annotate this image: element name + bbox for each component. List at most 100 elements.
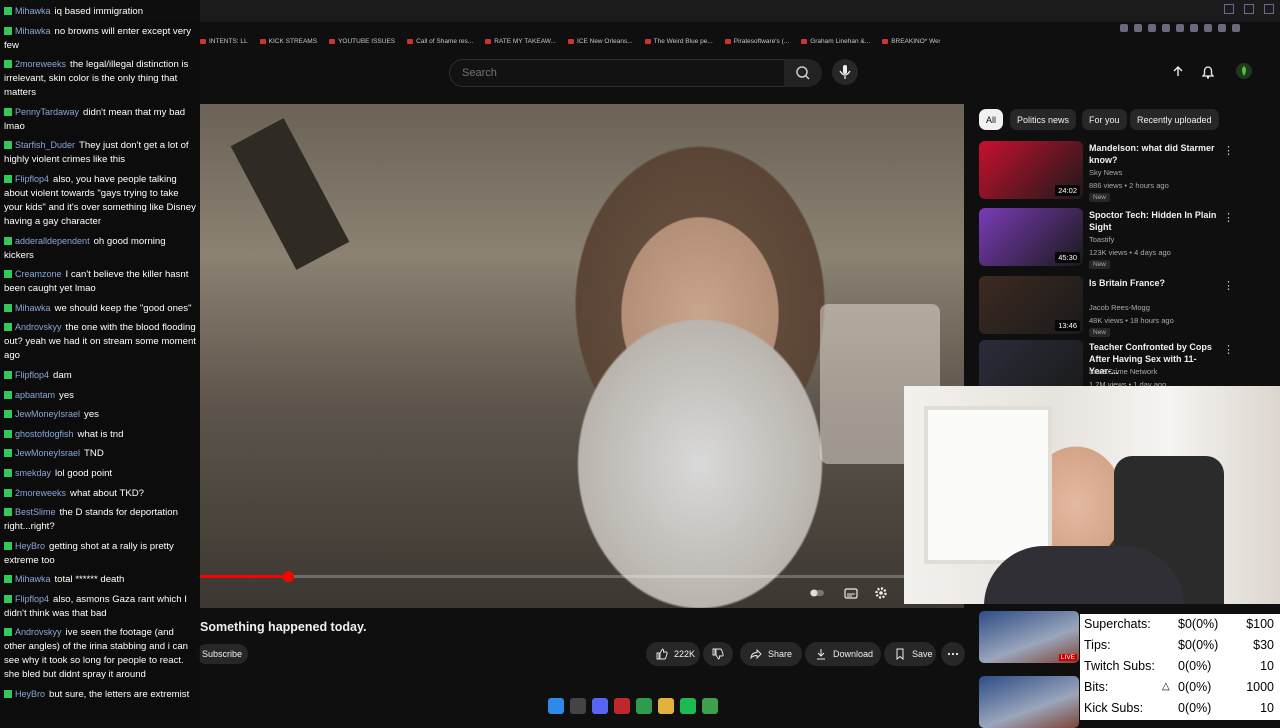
video-scrubber-handle[interactable] bbox=[282, 571, 294, 582]
download-icon[interactable] bbox=[1218, 24, 1226, 32]
settings-gear-icon[interactable] bbox=[874, 586, 888, 600]
chip-recently-uploaded[interactable]: Recently uploaded bbox=[1130, 109, 1219, 130]
dislike-button[interactable] bbox=[703, 642, 733, 666]
windows-start-icon[interactable] bbox=[548, 698, 564, 714]
chat-username[interactable]: Mihawka bbox=[15, 6, 51, 16]
recommendation-thumbnail[interactable]: 45:30 bbox=[979, 208, 1083, 266]
zoom-icon[interactable] bbox=[1120, 24, 1128, 32]
close-icon[interactable] bbox=[1264, 4, 1274, 14]
chat-username[interactable]: Flipflop4 bbox=[15, 594, 49, 604]
recommendation-title[interactable]: Mandelson: what did Starmer know? bbox=[1089, 142, 1219, 166]
more-options-icon[interactable]: ⋮ bbox=[1223, 144, 1234, 157]
search-button[interactable] bbox=[784, 59, 822, 87]
recommendation-item[interactable]: 24:02 Mandelson: what did Starmer know? Sk… bbox=[978, 141, 1268, 202]
bookmark-item[interactable]: Piratesoftware's (... bbox=[725, 38, 789, 52]
recommendation-title[interactable]: Is Britain France? bbox=[1089, 277, 1219, 289]
chat-username[interactable]: Mihawka bbox=[15, 26, 51, 36]
chat-username[interactable]: HeyBro bbox=[15, 541, 45, 551]
subscribe-button[interactable]: Subscribe bbox=[196, 644, 248, 664]
share-button[interactable]: Share bbox=[740, 642, 802, 666]
recommendation-thumbnail[interactable]: LIVE bbox=[979, 611, 1079, 663]
chat-username[interactable]: Flipflop4 bbox=[15, 174, 49, 184]
subtitles-icon[interactable] bbox=[844, 586, 858, 600]
chip-politics-news[interactable]: Politics news bbox=[1010, 109, 1077, 130]
chat-username[interactable]: ghostofdogfish bbox=[15, 429, 74, 439]
extension-icon[interactable] bbox=[1148, 24, 1156, 32]
chat-username[interactable]: Androvskyy bbox=[15, 627, 62, 637]
search-input[interactable] bbox=[460, 66, 764, 80]
recommendation-thumbnail[interactable]: 13:46 bbox=[979, 276, 1083, 334]
bookmark-item[interactable]: KICK STREAMS bbox=[260, 38, 317, 52]
more-options-icon[interactable]: ⋮ bbox=[1223, 343, 1234, 356]
star-icon[interactable] bbox=[1204, 24, 1212, 32]
more-options-icon[interactable]: ⋮ bbox=[1223, 211, 1234, 224]
like-button[interactable]: 222K bbox=[646, 642, 700, 666]
chat-username[interactable]: JewMoneyIsrael bbox=[15, 409, 80, 419]
recommendation-item[interactable]: 13:46 Is Britain France? Jacob Rees-Mogg 48… bbox=[978, 276, 1268, 337]
chat-username[interactable]: HeyBro bbox=[15, 689, 45, 699]
minimize-icon[interactable] bbox=[1224, 4, 1234, 14]
spotify-icon[interactable] bbox=[680, 698, 696, 714]
app-icon[interactable] bbox=[614, 698, 630, 714]
maximize-icon[interactable] bbox=[1244, 4, 1254, 14]
chip-for-you[interactable]: For you bbox=[1082, 109, 1127, 130]
chat-username[interactable]: adderalldependent bbox=[15, 236, 90, 246]
recommendation-thumbnail[interactable]: 24:02 bbox=[979, 141, 1083, 199]
bookmark-item[interactable]: BREAKINO* Wes... bbox=[882, 38, 940, 52]
play-icon[interactable] bbox=[1190, 24, 1198, 32]
upload-icon[interactable] bbox=[1170, 64, 1186, 80]
chip-all[interactable]: All bbox=[979, 109, 1004, 130]
download-button[interactable]: Download bbox=[805, 642, 881, 666]
notifications-bell-icon[interactable] bbox=[1200, 64, 1216, 80]
chat-username[interactable]: Creamzone bbox=[15, 269, 62, 279]
recommendation-item[interactable]: 45:30 Spoctor Tech: Hidden In Plain Sight… bbox=[978, 208, 1268, 269]
bits-icon: △ bbox=[1162, 681, 1170, 692]
video-progress-fill bbox=[200, 575, 288, 578]
chat-username[interactable]: Starfish_Duder bbox=[15, 140, 75, 150]
recommendation-title[interactable]: Spoctor Tech: Hidden In Plain Sight bbox=[1089, 209, 1219, 233]
chat-username[interactable]: Androvskyy bbox=[15, 322, 62, 332]
bookmark-item[interactable]: ICE New Orleans... bbox=[568, 38, 633, 52]
chat-username[interactable]: Mihawka bbox=[15, 574, 51, 584]
chat-username[interactable]: PennyTardaway bbox=[15, 107, 79, 117]
chat-username[interactable]: 2moreweeks bbox=[15, 488, 66, 498]
chat-username[interactable]: 2moreweeks bbox=[15, 59, 66, 69]
kick-badge-icon bbox=[4, 410, 12, 419]
discord-icon[interactable] bbox=[592, 698, 608, 714]
video-player[interactable] bbox=[200, 104, 964, 608]
app-icon[interactable] bbox=[702, 698, 718, 714]
account-avatar[interactable] bbox=[1236, 63, 1252, 79]
share-label: Share bbox=[768, 649, 793, 659]
bookmark-item[interactable]: RATE MY TAKEAW... bbox=[485, 38, 556, 52]
extension-icon[interactable] bbox=[1134, 24, 1142, 32]
chat-username[interactable]: Mihawka bbox=[15, 303, 51, 313]
recommendation-channel[interactable]: Law&Crime Network bbox=[1089, 367, 1157, 376]
chat-username[interactable]: BestSlime bbox=[15, 507, 56, 517]
bookmark-item[interactable]: YOUTUBE ISSUES bbox=[329, 38, 395, 52]
bookmark-item[interactable]: The Weird Blue pe... bbox=[645, 38, 713, 52]
search-icon[interactable] bbox=[570, 698, 586, 714]
bookmark-item[interactable]: Call of Shame res... bbox=[407, 38, 473, 52]
menu-icon[interactable] bbox=[1232, 24, 1240, 32]
chat-text: TND bbox=[84, 448, 104, 460]
chat-username[interactable]: Flipflop4 bbox=[15, 370, 49, 380]
save-button[interactable]: Save bbox=[884, 642, 936, 666]
browser-icon[interactable] bbox=[636, 698, 652, 714]
autoplay-toggle-icon[interactable] bbox=[810, 586, 824, 600]
shield-icon[interactable] bbox=[1162, 24, 1170, 32]
chat-username[interactable]: JewMoneyIsrael bbox=[15, 448, 80, 458]
video-progress-bar[interactable] bbox=[200, 571, 964, 582]
chat-username[interactable]: smekday bbox=[15, 468, 51, 478]
more-options-icon[interactable]: ⋮ bbox=[1223, 279, 1234, 292]
voice-search-button[interactable] bbox=[832, 59, 858, 85]
recommendation-channel[interactable]: Toastify bbox=[1089, 235, 1114, 244]
recommendation-channel[interactable]: Sky News bbox=[1089, 168, 1122, 177]
bookmark-item[interactable]: Graham Linehan &... bbox=[801, 38, 870, 52]
heart-icon[interactable] bbox=[1176, 24, 1184, 32]
bookmark-item[interactable]: INTENTS: LL bbox=[200, 38, 248, 52]
folder-icon[interactable] bbox=[658, 698, 674, 714]
more-actions-button[interactable] bbox=[941, 642, 965, 666]
chat-username[interactable]: apbantam bbox=[15, 390, 55, 400]
recommendation-channel[interactable]: Jacob Rees-Mogg bbox=[1089, 303, 1150, 312]
recommendation-thumbnail[interactable] bbox=[979, 676, 1079, 728]
